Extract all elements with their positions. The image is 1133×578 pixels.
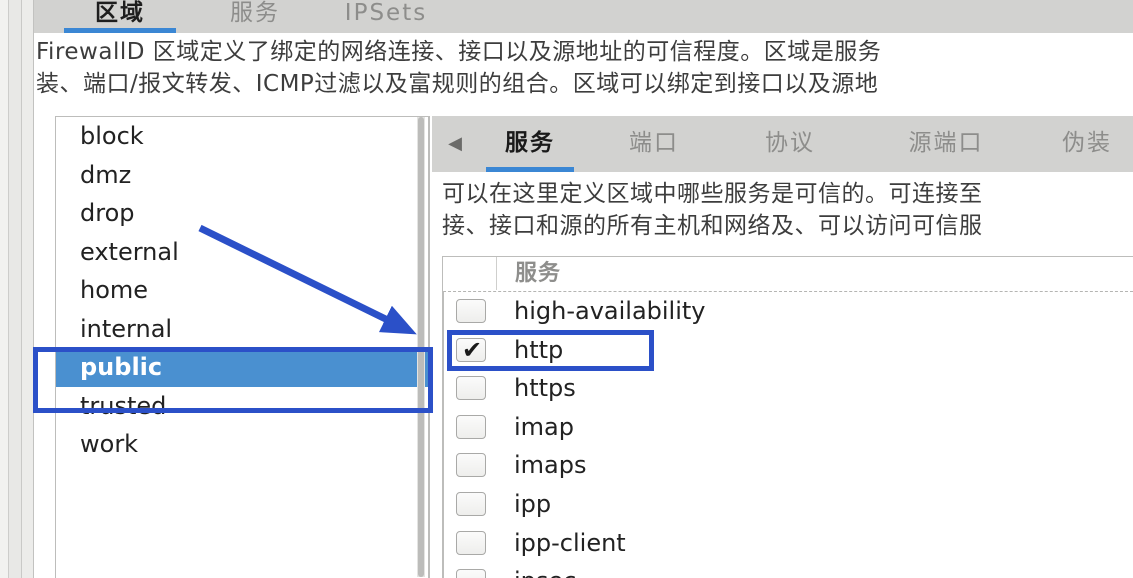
zone-detail-panel: ◀ 服务 端口 协议 源端口 伪装 可以在这里定义区域中哪些服务是可信的。可连接… (432, 116, 1133, 578)
tab-ipsets-label: IPSets (344, 0, 428, 26)
service-name: high-availability (514, 297, 706, 325)
zone-list[interactable]: block dmz drop external home internal pu… (55, 116, 430, 578)
zone-description-text: FirewallD 区域定义了绑定的网络连接、接口以及源地址的可信程度。区域是服… (36, 36, 1133, 100)
service-name: ipsec (514, 562, 576, 578)
services-table[interactable]: 服务 high-availability ✔ http https imap i… (442, 256, 1133, 578)
table-row[interactable]: https (443, 369, 1133, 408)
checkbox-unchecked-icon[interactable] (456, 530, 486, 555)
main-tabbar: 区域 服务 IPSets (34, 0, 1133, 33)
zone-label: drop (80, 199, 135, 227)
checkbox-unchecked-icon[interactable] (456, 376, 486, 401)
zone-label: trusted (80, 391, 167, 420)
zone-label: public (80, 353, 163, 381)
service-description-line-2: 接、接口和源的所有主机和网络及、可以访问可信服 (442, 213, 983, 239)
checkbox-unchecked-icon[interactable] (456, 491, 486, 516)
chevron-left-icon[interactable]: ◀ (446, 134, 464, 154)
subtab-protocols-label: 协议 (765, 130, 815, 156)
subtab-source-ports-label: 源端口 (908, 130, 984, 156)
tab-services-label: 服务 (230, 0, 280, 26)
check-glyph: ✔ (461, 335, 483, 364)
service-name: ipp-client (514, 528, 626, 557)
zone-list-item-trusted[interactable]: trusted (56, 387, 429, 426)
service-name: https (514, 374, 576, 403)
service-description-text: 可以在这里定义区域中哪些服务是可信的。可连接至 接、接口和源的所有主机和网络及、… (442, 178, 1133, 242)
window-frame-strip-inner (22, 0, 33, 578)
zone-label: block (80, 122, 144, 150)
service-name: http (514, 335, 564, 364)
window-frame-strip-mid (9, 0, 21, 578)
table-row[interactable]: ipp-client (443, 524, 1133, 563)
firewall-config-window: 区域 服务 IPSets FirewallD 区域定义了绑定的网络连接、接口以及… (0, 0, 1133, 578)
zone-list-scrollbar[interactable] (417, 117, 425, 577)
zone-label: external (80, 237, 179, 266)
checkbox-unchecked-icon[interactable] (456, 299, 486, 323)
zone-label: work (80, 430, 139, 458)
table-row[interactable]: ✔ http (443, 331, 1133, 370)
tab-services[interactable]: 服务 (200, 0, 310, 33)
services-header-name-column: 服务 (515, 261, 562, 286)
subtab-ports[interactable]: 端口 (614, 124, 694, 172)
service-name: ipp (514, 489, 552, 518)
zone-list-item-public[interactable]: public (56, 348, 429, 387)
subtab-source-ports[interactable]: 源端口 (888, 124, 1004, 172)
zone-list-item-drop[interactable]: drop (56, 194, 429, 233)
zone-pane-divider (428, 116, 429, 578)
tab-ipsets[interactable]: IPSets (324, 0, 448, 33)
zone-list-item-external[interactable]: external (56, 233, 429, 272)
zone-description-line-1: FirewallD 区域定义了绑定的网络连接、接口以及源地址的可信程度。区域是服… (36, 39, 882, 65)
window-frame-strip-outer (0, 0, 8, 578)
zone-list-item-internal[interactable]: internal (56, 310, 429, 349)
main-content-area: 区域 服务 IPSets FirewallD 区域定义了绑定的网络连接、接口以及… (34, 0, 1133, 578)
checkbox-checked-icon[interactable]: ✔ (456, 335, 486, 364)
subtab-masquerade[interactable]: 伪装 (1062, 124, 1133, 172)
services-header-checkbox-column (443, 257, 497, 290)
service-name: imap (514, 412, 574, 441)
table-row[interactable]: imaps (443, 446, 1133, 485)
zone-list-item-work[interactable]: work (56, 425, 429, 464)
zone-label: dmz (80, 160, 132, 189)
checkbox-unchecked-icon[interactable] (456, 414, 486, 439)
table-row[interactable]: imap (443, 408, 1133, 447)
services-table-header: 服务 (443, 257, 1133, 292)
zone-detail-tabbar: ◀ 服务 端口 协议 源端口 伪装 (432, 116, 1133, 172)
subtab-ports-label: 端口 (629, 130, 679, 156)
service-name: imaps (514, 451, 587, 480)
subtab-protocols[interactable]: 协议 (750, 124, 830, 172)
table-row[interactable]: ipp (443, 485, 1133, 524)
checkbox-unchecked-icon[interactable] (456, 569, 486, 578)
table-row[interactable]: ipsec (443, 562, 1133, 578)
zone-list-scrollbar-thumb[interactable] (418, 117, 424, 577)
zone-list-item-home[interactable]: home (56, 271, 429, 310)
zone-label: internal (80, 314, 173, 343)
tab-zones[interactable]: 区域 (58, 0, 182, 33)
subtab-services[interactable]: 服务 (484, 124, 576, 172)
zone-list-item-block[interactable]: block (56, 117, 429, 156)
table-row[interactable]: high-availability (443, 292, 1133, 331)
subtab-services-label: 服务 (505, 130, 555, 156)
zone-list-item-dmz[interactable]: dmz (56, 156, 429, 195)
service-description-line-1: 可以在这里定义区域中哪些服务是可信的。可连接至 (442, 181, 983, 207)
zone-label: home (80, 276, 149, 304)
zone-description-line-2: 装、端口/报文转发、ICMP过滤以及富规则的组合。区域可以绑定到接口以及源地 (36, 71, 879, 97)
tab-zones-label: 区域 (95, 0, 145, 26)
checkbox-unchecked-icon[interactable] (456, 453, 486, 478)
subtab-masquerade-label: 伪装 (1062, 130, 1112, 156)
